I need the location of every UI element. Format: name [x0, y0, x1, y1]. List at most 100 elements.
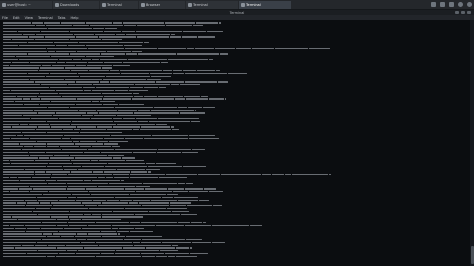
terminal-scrollbar[interactable] [470, 20, 474, 266]
terminal-text-segment [101, 202, 129, 204]
terminal-line [3, 47, 463, 49]
terminal-text-segment [170, 202, 191, 204]
terminal-text-segment [87, 238, 123, 241]
taskbar-button[interactable]: user@host: ~ [0, 0, 52, 9]
terminal-text-segment [70, 30, 104, 33]
terminal-text-segment [77, 168, 116, 170]
terminal-text-segment [73, 163, 108, 165]
terminal-text-segment [3, 238, 41, 241]
terminal-line [3, 73, 463, 75]
terminal-text-segment [198, 199, 209, 201]
terminal-text-segment [3, 33, 23, 35]
terminal-text-segment [3, 67, 40, 69]
terminal-text-segment [89, 208, 124, 210]
terminal-text-segment [116, 115, 151, 117]
terminal-text-segment [213, 205, 222, 207]
terminal-text-segment [3, 103, 23, 106]
terminal-text-segment [66, 250, 77, 252]
terminal-text-segment [135, 191, 173, 193]
terminal-text-segment [12, 126, 37, 128]
terminal-text-segment [23, 134, 64, 137]
terminal-text-segment [104, 165, 148, 168]
terminal-text-segment [40, 202, 51, 204]
terminal-text-segment [14, 227, 26, 229]
terminal-text-segment [55, 255, 95, 258]
terminal-text-segment [209, 98, 225, 100]
close-button[interactable] [467, 11, 471, 14]
terminal-text-segment [3, 109, 33, 111]
terminal-text-segment [82, 87, 96, 89]
taskbar-button[interactable]: Terminal [239, 0, 291, 9]
terminal-text-segment [115, 250, 159, 252]
maximize-button[interactable] [461, 11, 465, 14]
terminal-line [3, 208, 463, 210]
terminal-text-segment [40, 98, 77, 100]
terminal-line [3, 28, 463, 30]
terminal-text-segment [122, 22, 165, 24]
terminal-text-segment [173, 191, 188, 193]
terminal-text-segment [122, 157, 135, 159]
terminal-text-segment [141, 126, 170, 128]
minimize-button[interactable] [455, 11, 459, 14]
terminal-text-segment [3, 140, 37, 142]
terminal-text-segment [3, 95, 17, 97]
terminal-text-segment [29, 154, 53, 156]
taskbar-button[interactable]: Browser [139, 0, 185, 9]
terminal-text-segment [93, 84, 135, 86]
terminal-text-segment [99, 58, 128, 61]
terminal-text-segment [3, 22, 32, 24]
terminal-line [3, 126, 463, 128]
terminal-text-segment [10, 224, 25, 227]
scroll-thumb[interactable] [470, 246, 474, 264]
menu-view[interactable]: View [25, 16, 33, 20]
terminal-text-segment [39, 92, 58, 94]
terminal-text-segment [42, 222, 67, 224]
terminal-text-segment [20, 143, 47, 145]
terminal-text-segment [28, 36, 45, 38]
terminal-text-segment [32, 177, 51, 179]
menu-edit[interactable]: Edit [13, 16, 20, 20]
terminal-line [3, 210, 463, 213]
terminal-text-segment [49, 163, 73, 165]
battery-icon[interactable] [449, 2, 454, 7]
menu-tabs[interactable]: Tabs [58, 16, 66, 20]
terminal-line [3, 101, 463, 103]
terminal-text-segment [83, 179, 91, 182]
terminal-text-segment [23, 33, 36, 35]
network-icon[interactable] [431, 2, 436, 7]
terminal-text-segment [3, 78, 29, 80]
terminal-line [3, 165, 463, 168]
terminal-text-segment [113, 177, 129, 179]
terminal-text-segment [116, 33, 126, 35]
menu-terminal[interactable]: Terminal [38, 16, 53, 20]
terminal-text-segment [212, 241, 225, 243]
terminal-line [3, 129, 463, 131]
terminal-text-segment [3, 202, 17, 204]
menu-help[interactable]: Help [71, 16, 79, 20]
volume-icon[interactable] [440, 2, 445, 7]
menu-file[interactable]: File [2, 16, 8, 20]
power-icon[interactable] [467, 2, 472, 7]
terminal-text-segment [121, 179, 125, 182]
terminal-text-segment [27, 73, 49, 75]
terminal-text-segment [102, 216, 143, 218]
terminal-text-segment [10, 177, 18, 179]
terminal-output[interactable] [0, 20, 474, 266]
terminal-text-segment [131, 171, 147, 173]
terminal-line [3, 50, 463, 52]
terminal-text-segment [3, 30, 17, 33]
terminal-text-segment [87, 148, 115, 151]
terminal-text-segment [104, 30, 122, 33]
clock-icon[interactable] [458, 2, 463, 7]
taskbar-button[interactable]: Terminal [186, 0, 238, 9]
terminal-line [3, 33, 463, 35]
terminal-text-segment [76, 50, 107, 52]
terminal-text-segment [3, 160, 9, 162]
taskbar-button[interactable]: Downloads [53, 0, 99, 9]
terminal-text-segment [190, 253, 208, 255]
terminal-text-segment [47, 143, 75, 145]
terminal-line [3, 151, 463, 153]
terminal-text-segment [107, 129, 132, 131]
terminal-text-segment [141, 222, 177, 224]
taskbar-button[interactable]: Terminal [100, 0, 138, 9]
